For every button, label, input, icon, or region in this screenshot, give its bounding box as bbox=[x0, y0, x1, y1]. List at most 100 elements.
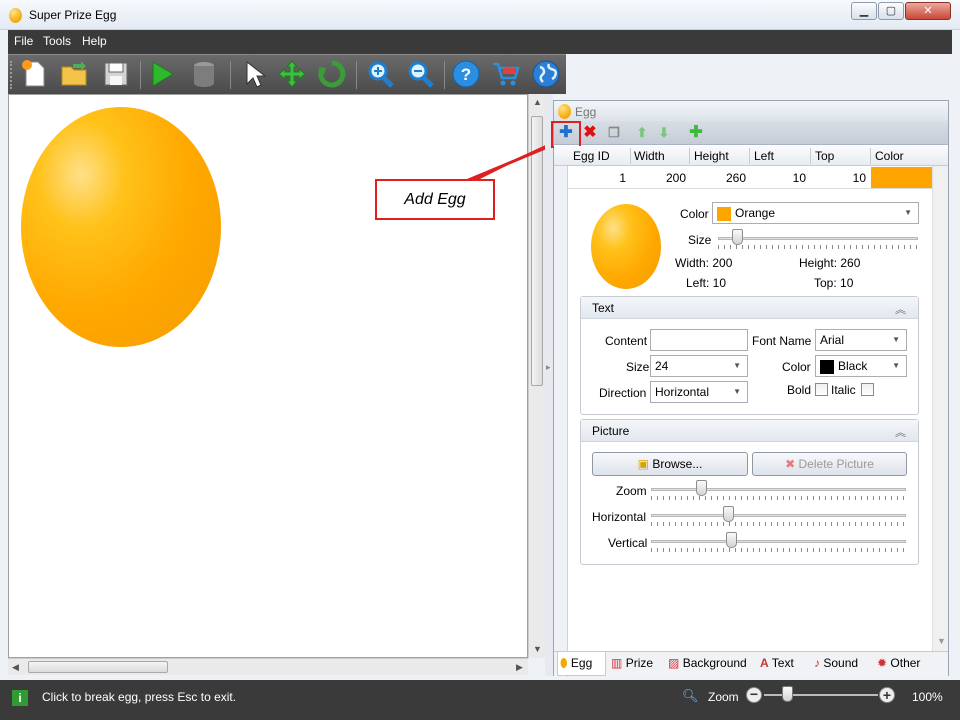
horizontal-slider-thumb[interactable] bbox=[723, 506, 734, 522]
expand-arrow-icon[interactable]: ▸ bbox=[546, 362, 551, 373]
column-left[interactable]: Left bbox=[754, 149, 774, 163]
column-separator bbox=[749, 148, 750, 164]
vertical-label: Vertical bbox=[608, 536, 648, 550]
scroll-down-arrow[interactable]: ▼ bbox=[533, 644, 542, 654]
horizontal-slider[interactable] bbox=[651, 514, 906, 517]
column-top[interactable]: Top bbox=[815, 149, 834, 163]
tab-egg[interactable]: ⬮ Egg bbox=[560, 656, 592, 671]
egg-size-slider[interactable] bbox=[718, 237, 918, 240]
column-color[interactable]: Color bbox=[875, 149, 904, 163]
tab-prize-label: Prize bbox=[625, 656, 654, 670]
table-row[interactable]: 1 200 260 10 10 bbox=[568, 167, 932, 189]
add-all-icon[interactable]: ✚ bbox=[686, 123, 706, 143]
panel-splitter[interactable]: ▸ bbox=[545, 94, 553, 676]
zoom-out-button[interactable]: − bbox=[746, 687, 762, 703]
tab-text[interactable]: A Text bbox=[760, 656, 794, 670]
cell-top: 10 bbox=[852, 171, 866, 185]
database-icon[interactable] bbox=[188, 59, 220, 91]
rotate-icon[interactable] bbox=[316, 59, 348, 91]
zoom-in-button[interactable]: + bbox=[879, 687, 895, 703]
text-color-select[interactable]: Black ▼ bbox=[815, 355, 907, 377]
egg-left-text: Left: 10 bbox=[686, 276, 727, 290]
menu-file[interactable]: File bbox=[14, 34, 33, 48]
sound-icon: ♪ bbox=[814, 656, 820, 670]
tab-prize[interactable]: ▥ Prize bbox=[611, 656, 653, 670]
color-swatch bbox=[820, 359, 834, 374]
vertical-scroll-thumb[interactable] bbox=[531, 116, 543, 386]
globe-icon[interactable] bbox=[530, 59, 562, 91]
menu-tools[interactable]: Tools bbox=[43, 34, 71, 48]
bold-checkbox[interactable] bbox=[815, 383, 828, 396]
vertical-slider[interactable] bbox=[651, 540, 906, 543]
egg-width-text: Width: 200 bbox=[675, 256, 733, 270]
picture-group-header[interactable]: Picture ︽ bbox=[581, 420, 918, 442]
panel-title: Egg bbox=[575, 105, 597, 119]
scroll-right-arrow[interactable]: ▶ bbox=[516, 662, 523, 673]
italic-checkbox[interactable] bbox=[861, 383, 874, 396]
cell-egg-id: 1 bbox=[619, 171, 626, 185]
egg-preview[interactable] bbox=[21, 107, 221, 347]
close-button[interactable]: ✕ bbox=[905, 2, 951, 20]
zoom-slider-thumb[interactable] bbox=[696, 480, 707, 496]
text-group-title: Text bbox=[592, 301, 615, 315]
bold-label: Bold bbox=[787, 383, 812, 397]
zoom-slider[interactable] bbox=[651, 488, 906, 491]
tab-background[interactable]: ▨ Background bbox=[668, 656, 747, 670]
egg-size-thumb[interactable] bbox=[732, 229, 743, 245]
menu-help[interactable]: Help bbox=[82, 34, 107, 48]
browse-button[interactable]: ▣ Browse... bbox=[592, 452, 748, 476]
slider-ticks bbox=[651, 522, 906, 526]
collapse-icon[interactable]: ︽ bbox=[895, 424, 906, 440]
open-folder-icon[interactable] bbox=[58, 59, 90, 91]
add-egg-button[interactable]: ✚ bbox=[551, 121, 581, 148]
prize-icon: ▥ bbox=[611, 656, 623, 670]
gear-icon: ✹ bbox=[877, 656, 888, 670]
egg-thumbnail bbox=[591, 204, 661, 289]
zoom-in-icon[interactable] bbox=[364, 59, 396, 91]
toolbar-grip[interactable] bbox=[10, 61, 12, 89]
direction-select[interactable]: Horizontal ▼ bbox=[650, 381, 748, 403]
text-group: Text ︽ Content Font Name Arial ▼ Size 24 ▼… bbox=[580, 296, 919, 415]
help-icon[interactable]: ? bbox=[450, 59, 482, 91]
tab-other[interactable]: ✹ Other bbox=[877, 656, 920, 670]
text-size-select[interactable]: 24 ▼ bbox=[650, 355, 748, 377]
new-file-icon[interactable] bbox=[18, 59, 50, 91]
content-input[interactable] bbox=[650, 329, 748, 351]
scroll-left-arrow[interactable]: ◀ bbox=[12, 662, 19, 673]
horizontal-scroll-thumb[interactable] bbox=[28, 661, 168, 673]
scroll-down-arrow[interactable]: ▼ bbox=[937, 636, 946, 646]
canvas-horizontal-scrollbar[interactable]: ◀ ▶ bbox=[8, 658, 528, 675]
column-width[interactable]: Width bbox=[634, 149, 665, 163]
panel-vertical-scrollbar[interactable]: ▼ bbox=[932, 166, 948, 651]
column-egg-id[interactable]: Egg ID bbox=[573, 149, 610, 163]
zoom-slider-thumb[interactable] bbox=[782, 686, 793, 702]
collapse-icon[interactable]: ︽ bbox=[895, 301, 906, 317]
egg-properties-panel: Egg ✚ ✖ ❐ ⬆ ⬇ ✚ Egg ID Width Height Left… bbox=[551, 100, 949, 677]
font-name-value: Arial bbox=[820, 333, 845, 347]
tab-sound[interactable]: ♪ Sound bbox=[814, 656, 858, 670]
delete-egg-button[interactable]: ✖ bbox=[580, 123, 600, 143]
column-height[interactable]: Height bbox=[694, 149, 729, 163]
minimize-button[interactable]: ▁ bbox=[851, 2, 877, 20]
zoom-out-icon[interactable] bbox=[404, 59, 436, 91]
font-name-select[interactable]: Arial ▼ bbox=[815, 329, 907, 351]
scroll-up-arrow[interactable]: ▲ bbox=[533, 97, 542, 107]
maximize-button[interactable]: ▢ bbox=[878, 2, 904, 20]
move-up-icon[interactable]: ⬆ bbox=[632, 123, 652, 143]
horizontal-label: Horizontal bbox=[592, 510, 647, 524]
play-icon[interactable] bbox=[146, 59, 178, 91]
delete-picture-button[interactable]: ✖ Delete Picture bbox=[752, 452, 907, 476]
cart-icon[interactable] bbox=[490, 59, 522, 91]
egg-color-select[interactable]: Orange ▼ bbox=[712, 202, 919, 224]
tab-other-label: Other bbox=[890, 656, 921, 670]
move-down-icon[interactable]: ⬇ bbox=[654, 123, 674, 143]
pointer-icon[interactable] bbox=[238, 59, 270, 91]
text-group-header[interactable]: Text ︽ bbox=[581, 297, 918, 319]
panel-header: Egg bbox=[554, 101, 948, 121]
text-icon: A bbox=[760, 656, 769, 670]
save-icon[interactable] bbox=[100, 59, 132, 91]
move-icon[interactable] bbox=[276, 59, 308, 91]
canvas-vertical-scrollbar[interactable]: ▲ ▼ bbox=[528, 94, 545, 658]
copy-egg-icon[interactable]: ❐ bbox=[604, 123, 624, 143]
vertical-slider-thumb[interactable] bbox=[726, 532, 737, 548]
